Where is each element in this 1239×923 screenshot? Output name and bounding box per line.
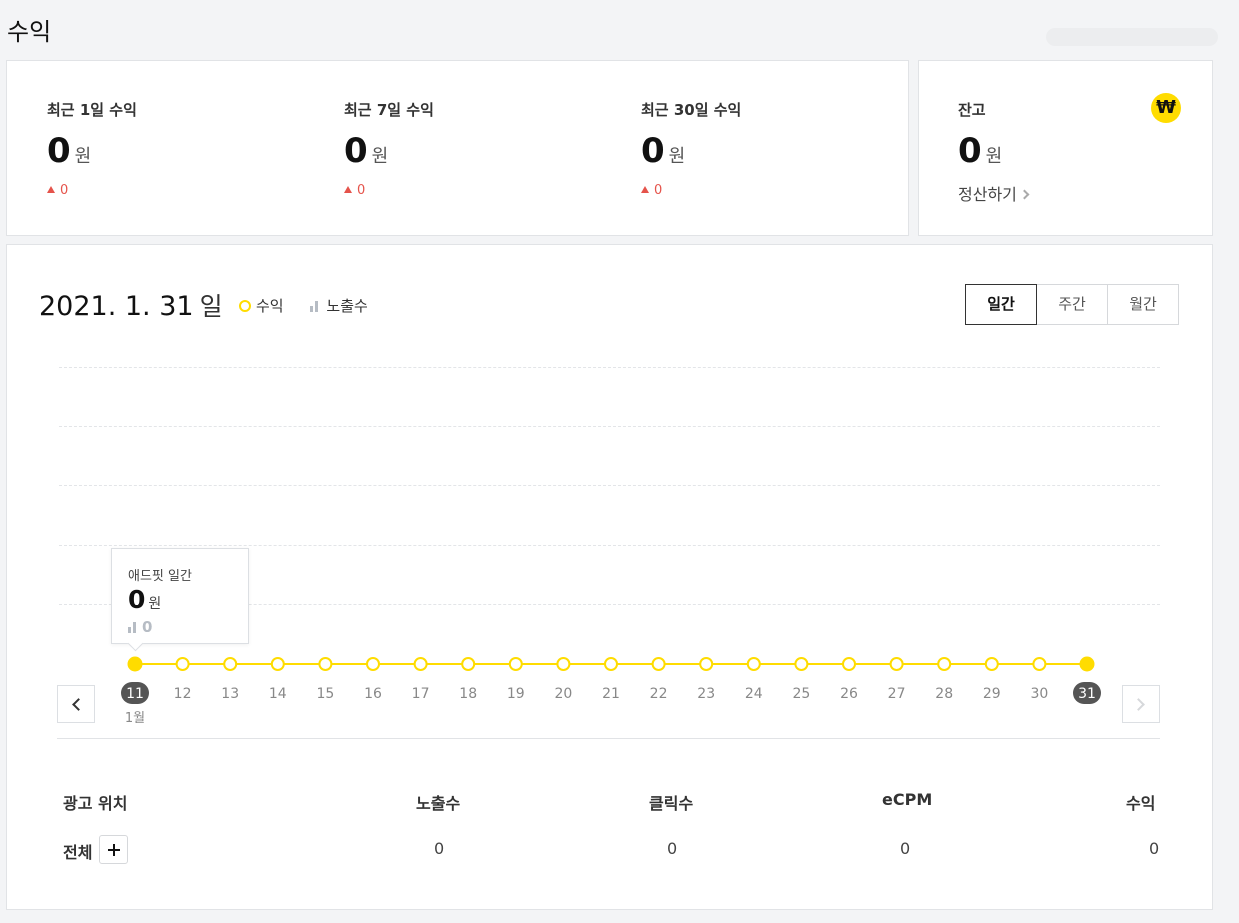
expand-plus-button[interactable] [99,835,128,864]
stat-change: 0 [641,183,662,198]
chart-divider [57,738,1160,739]
next-period-button[interactable] [1122,685,1160,723]
balance-card: 잔고 ₩ 0원 정산하기 [918,60,1213,236]
data-point[interactable] [937,657,952,671]
revenue-summary-card: 최근 1일 수익 0원 0 최근 7일 수익 0원 0 최근 30일 수익 0원… [6,60,909,236]
data-point[interactable] [651,657,666,671]
page-title: 수익 [7,18,52,46]
up-triangle-icon [47,186,55,193]
balance-value: 0원 [958,131,1003,171]
bar-chart-icon [128,621,138,633]
x-tick-label[interactable]: 18 [459,686,477,702]
chevron-right-icon [1019,189,1030,200]
x-tick-label[interactable]: 13 [221,686,239,702]
data-point[interactable] [842,657,856,671]
tooltip-impressions: 0 [128,618,152,636]
data-point[interactable] [461,657,476,671]
stat-value: 0원 [47,131,92,171]
tooltip-value: 0원 [128,585,162,614]
row-position: 전체 [63,843,93,862]
tooltip-title: 애드핏 일간 [128,569,192,584]
header-ecpm: eCPM [882,790,933,809]
cell-impressions: 0 [434,839,445,858]
x-tick-label[interactable]: 27 [888,686,906,702]
x-tick-label[interactable]: 28 [935,686,953,702]
x-tick-label[interactable]: 31 [1078,686,1096,702]
x-tick-label[interactable]: 11 [126,686,144,702]
x-tick-label[interactable]: 12 [174,686,192,702]
data-point[interactable] [889,657,904,671]
data-point[interactable] [366,657,380,671]
stat-label: 최근 30일 수익 [641,101,742,119]
header-impressions: 노출수 [416,794,461,813]
data-point[interactable] [984,657,999,671]
x-tick-label[interactable]: 24 [745,686,763,702]
up-triangle-icon [641,186,649,193]
x-tick-label[interactable]: 26 [840,686,858,702]
data-point[interactable] [1032,657,1047,671]
cell-clicks: 0 [667,839,678,858]
header-clicks: 클릭수 [649,794,694,813]
x-tick-label[interactable]: 19 [507,686,525,702]
data-point[interactable] [175,657,190,671]
data-point[interactable] [746,657,761,671]
cell-revenue: 0 [1149,839,1160,858]
x-tick-label[interactable]: 29 [983,686,1001,702]
prev-period-button[interactable] [57,685,95,723]
x-tick-label[interactable]: 22 [650,686,668,702]
x-tick-label[interactable]: 15 [316,686,334,702]
x-tick-label[interactable]: 16 [364,686,382,702]
stat-change: 0 [344,183,365,198]
stat-change: 0 [47,183,68,198]
data-point[interactable] [604,657,618,671]
chart-tooltip: 애드핏 일간 0원 0 [111,548,249,644]
data-point[interactable] [223,657,238,671]
account-info-placeholder [1046,28,1218,46]
chevron-left-icon [72,698,85,711]
x-tick-label[interactable]: 23 [697,686,715,702]
x-tick-label[interactable]: 17 [412,686,430,702]
settle-link[interactable]: 정산하기 [958,181,1030,205]
revenue-chart-card: 2021. 1. 31 일 수익 노출수 일간 주간 월간 11 12 13 14 15 1… [6,244,1213,910]
chevron-right-icon [1132,698,1145,711]
balance-label: 잔고 [958,101,986,119]
data-point[interactable] [556,657,571,671]
data-point[interactable] [794,657,809,671]
header-ad-position: 광고 위치 [63,794,128,813]
stat-value: 0원 [344,131,389,171]
x-tick-label[interactable]: 20 [554,686,572,702]
x-tick-label[interactable]: 25 [792,686,810,702]
stat-label: 최근 7일 수익 [344,101,434,119]
data-point[interactable] [1079,656,1095,672]
x-tick-label[interactable]: 21 [602,686,620,702]
data-point[interactable] [699,657,714,671]
data-point[interactable] [318,657,333,671]
x-tick-label[interactable]: 30 [1030,686,1048,702]
data-point[interactable] [270,657,285,671]
x-tick-label[interactable]: 14 [269,686,287,702]
header-revenue: 수익 [1126,794,1156,813]
data-point[interactable] [127,656,143,672]
stat-value: 0원 [641,131,686,171]
stat-label: 최근 1일 수익 [47,101,137,119]
month-label: 1월 [125,711,145,726]
won-icon: ₩ [1151,93,1181,123]
tab-daily[interactable]: 일간 [965,284,1037,325]
up-triangle-icon [344,186,352,193]
cell-ecpm: 0 [900,839,911,858]
data-point[interactable] [508,657,523,671]
data-point[interactable] [413,657,428,671]
